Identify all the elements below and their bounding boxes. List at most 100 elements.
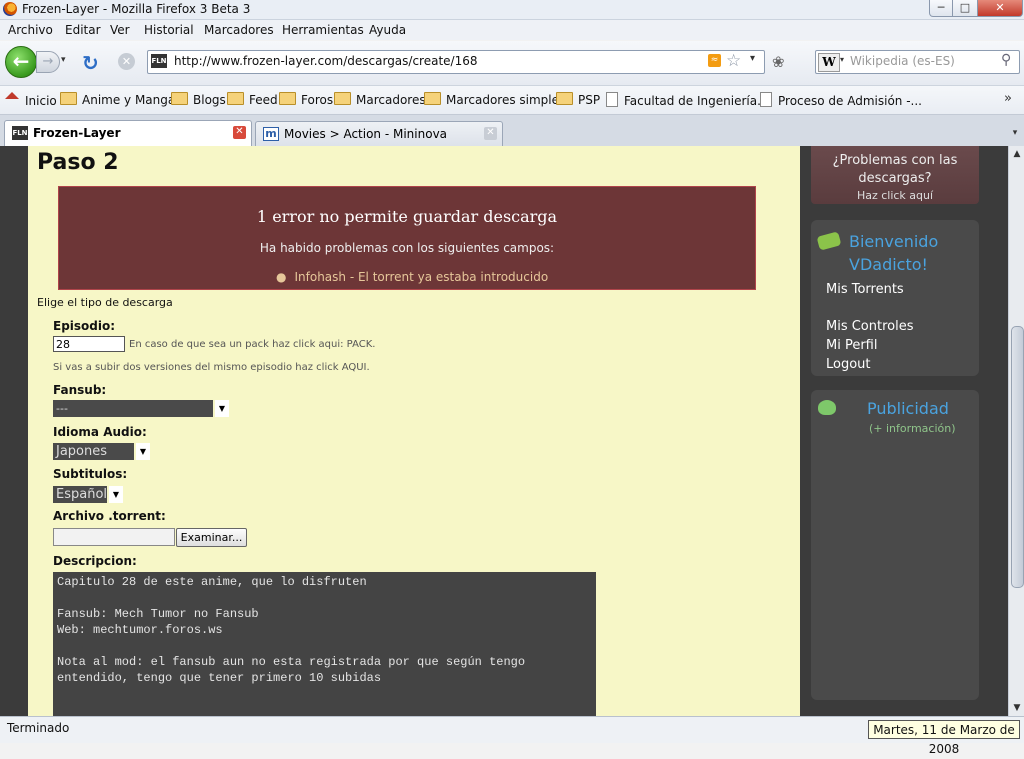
addons-icon[interactable]: ❀	[772, 53, 785, 71]
idioma-label: Idioma Audio:	[53, 425, 147, 439]
archivo-label: Archivo .torrent:	[53, 509, 166, 523]
status-text: Terminado	[7, 721, 70, 735]
url-bar[interactable]: FLN http://www.frozen-layer.com/descarga…	[147, 50, 765, 74]
bookmark-label: Marcadores	[356, 93, 426, 107]
bookmark-blogs[interactable]: Blogs	[171, 92, 226, 107]
history-dropdown-icon[interactable]: ▾	[61, 55, 66, 65]
tab-close-icon[interactable]: ✕	[233, 126, 246, 139]
maximize-button[interactable]: □	[952, 0, 978, 17]
tab-bar: FLN Frozen-Layer ✕ m Movies > Action - M…	[0, 115, 1024, 147]
welcome-text: Bienvenido VDadicto!	[849, 232, 939, 274]
user-badge-icon	[816, 231, 842, 251]
engine-dropdown-icon[interactable]: ▾	[840, 55, 844, 64]
minimize-button[interactable]: ─	[929, 0, 953, 17]
url-text[interactable]: http://www.frozen-layer.com/descargas/cr…	[174, 54, 478, 68]
error-item-text: Infohash - El torrent ya estaba introduc…	[294, 270, 549, 284]
link-logout[interactable]: Logout	[826, 357, 871, 372]
bookmark-marcadores[interactable]: Marcadores	[334, 92, 426, 107]
stop-icon[interactable]: ✕	[118, 53, 135, 70]
page-viewport: Paso 2 1 error no permite guardar descar…	[0, 146, 1008, 716]
error-box: 1 error no permite guardar descarga Ha h…	[58, 186, 756, 290]
pack-hint[interactable]: En caso de que sea un pack haz click aqu…	[129, 339, 375, 350]
subtitulos-label: Subtitulos:	[53, 467, 128, 481]
tab-frozen-layer[interactable]: FLN Frozen-Layer ✕	[4, 120, 252, 147]
folder-icon	[171, 92, 188, 105]
menu-ayuda[interactable]: Ayuda	[369, 23, 406, 37]
torrent-file-input[interactable]	[53, 528, 175, 546]
bookmarks-toolbar: Inicio Anime y Manga Blogs Feed Foros Ma…	[0, 86, 1024, 115]
status-bar: Terminado Martes, 11 de Marzo de 2008	[0, 716, 1024, 756]
bookmark-label: Inicio	[25, 94, 57, 108]
search-input[interactable]: Wikipedia (es-ES)	[850, 54, 955, 68]
tab-mininova[interactable]: m Movies > Action - Mininova ✕	[255, 121, 503, 146]
scroll-thumb[interactable]	[1011, 326, 1024, 588]
episodio-input[interactable]: 28	[53, 336, 125, 352]
tab-favicon-icon: m	[263, 127, 279, 141]
scroll-up-icon[interactable]: ▲	[1009, 146, 1024, 162]
ad-info-link[interactable]: (+ información)	[869, 422, 956, 435]
problems-box[interactable]: ¿Problemas con las descargas? Haz click …	[811, 146, 979, 204]
tab-label: Movies > Action - Mininova	[284, 127, 448, 141]
bookmarks-overflow-button[interactable]: »	[1004, 91, 1012, 106]
page-icon	[760, 92, 772, 107]
fansub-select[interactable]: ---	[53, 400, 213, 417]
vertical-scrollbar[interactable]: ▲ ▼	[1008, 146, 1024, 716]
link-mis-controles[interactable]: Mis Controles	[826, 319, 914, 334]
ad-panel: Publicidad (+ información)	[811, 390, 979, 700]
wikipedia-engine-icon[interactable]: W	[818, 53, 840, 72]
folder-icon	[556, 92, 573, 105]
folder-icon	[424, 92, 441, 105]
error-subtitle: Ha habido problemas con los siguientes c…	[259, 241, 555, 255]
bookmark-label: Feed	[249, 93, 278, 107]
mascot-icon	[818, 400, 836, 415]
bookmark-label: Proceso de Admisión -...	[778, 94, 922, 108]
back-button[interactable]: ←	[5, 46, 37, 78]
bookmark-anime-manga[interactable]: Anime y Manga	[60, 92, 175, 107]
menu-editar[interactable]: Editar	[65, 23, 101, 37]
idioma-dropdown-icon[interactable]: ▼	[136, 443, 150, 460]
link-mis-torrents[interactable]: Mis Torrents	[826, 282, 904, 297]
bookmark-label: Blogs	[193, 93, 226, 107]
search-box[interactable]: W ▾ Wikipedia (es-ES) ⚲	[815, 50, 1020, 74]
scroll-down-icon[interactable]: ▼	[1009, 700, 1024, 716]
link-mi-perfil[interactable]: Mi Perfil	[826, 338, 877, 353]
subtitulos-select[interactable]: Español	[53, 486, 107, 503]
bookmark-label: PSP	[578, 93, 601, 107]
menu-herramientas[interactable]: Herramientas	[282, 23, 364, 37]
bookmark-marcadores-simples[interactable]: Marcadores simples	[424, 92, 565, 107]
menu-ver[interactable]: Ver	[110, 23, 130, 37]
bookmark-star-icon[interactable]: ☆	[726, 51, 741, 71]
home-icon	[5, 92, 19, 99]
folder-icon	[60, 92, 77, 105]
subtitulos-dropdown-icon[interactable]: ▼	[109, 486, 123, 503]
tab-label: Frozen-Layer	[33, 126, 121, 140]
url-dropdown-icon[interactable]: ▾	[750, 53, 755, 64]
fansub-dropdown-icon[interactable]: ▼	[215, 400, 229, 417]
tab-list-dropdown-icon[interactable]: ▾	[1008, 123, 1022, 143]
bookmark-inicio[interactable]: Inicio	[5, 92, 57, 108]
window-title: Frozen-Layer - Mozilla Firefox 3 Beta 3	[22, 2, 251, 16]
problems-link[interactable]: Haz click aquí	[811, 189, 979, 202]
forward-button[interactable]: →	[36, 51, 60, 73]
descripcion-textarea[interactable]: Capitulo 28 de este anime, que lo disfru…	[53, 572, 596, 716]
search-icon[interactable]: ⚲	[1001, 52, 1011, 68]
bookmark-label: Foros	[301, 93, 334, 107]
menu-archivo[interactable]: Archivo	[8, 23, 53, 37]
rss-feed-icon[interactable]: ≈	[708, 54, 721, 67]
menu-historial[interactable]: Historial	[144, 23, 194, 37]
status-date: Martes, 11 de Marzo de 2008	[868, 720, 1020, 756]
idioma-select[interactable]: Japones	[53, 443, 134, 460]
tab-close-icon[interactable]: ✕	[484, 127, 497, 140]
bookmark-proceso-admision[interactable]: Proceso de Admisión -...	[760, 92, 922, 108]
bookmark-facultad[interactable]: Facultad de Ingeniería...	[606, 92, 769, 108]
browse-button[interactable]: Examinar...	[176, 528, 247, 547]
close-window-button[interactable]: ✕	[977, 0, 1023, 17]
bookmark-foros[interactable]: Foros	[279, 92, 333, 107]
bookmark-psp[interactable]: PSP	[556, 92, 600, 107]
reload-icon[interactable]: ↻	[82, 51, 99, 75]
menu-marcadores[interactable]: Marcadores	[204, 23, 274, 37]
bookmark-feed[interactable]: Feed	[227, 92, 278, 107]
bookmark-label: Marcadores simples	[446, 93, 566, 107]
version-hint[interactable]: Si vas a subir dos versiones del mismo e…	[53, 362, 370, 373]
bookmark-label: Anime y Manga	[82, 93, 176, 107]
